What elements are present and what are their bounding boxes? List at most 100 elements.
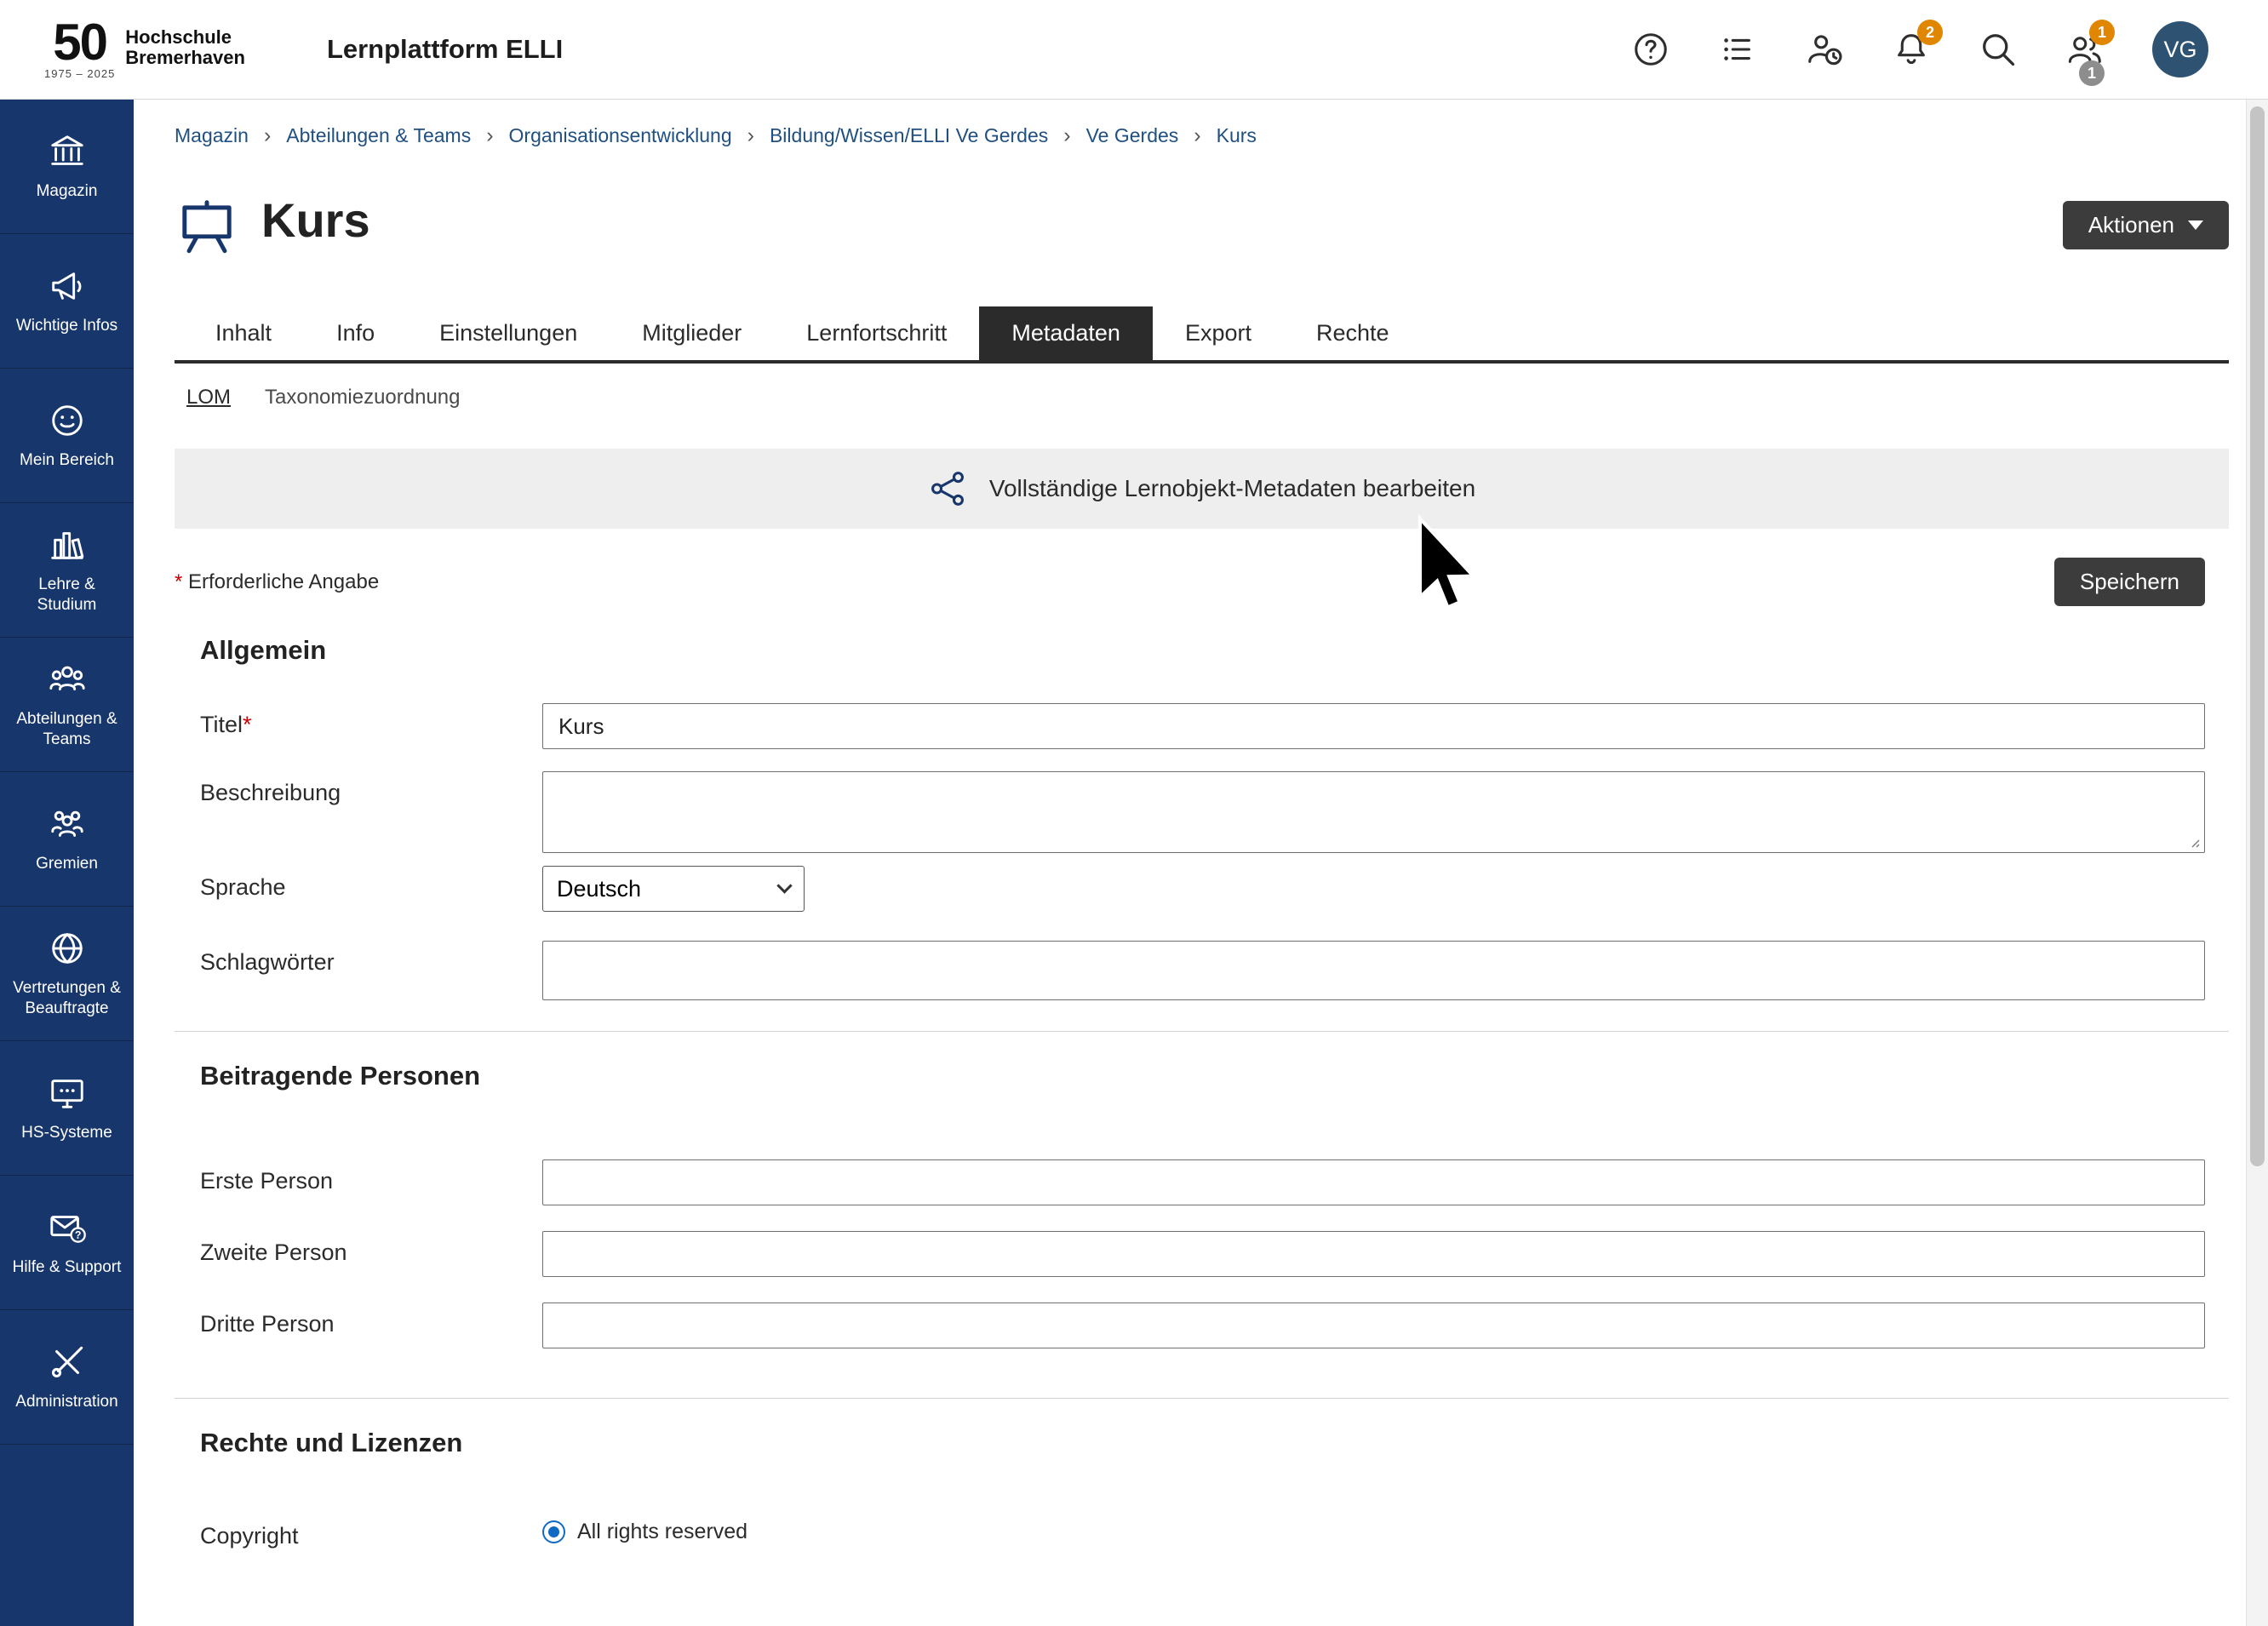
breadcrumb-item[interactable]: Ve Gerdes bbox=[1086, 124, 1179, 147]
banner-label: Vollständige Lernobjekt-Metadaten bearbe… bbox=[989, 475, 1475, 502]
sidebar-item-hs-systeme[interactable]: HS-Systeme bbox=[0, 1041, 134, 1176]
university-logo[interactable]: 50 1975 – 2025 Hochschule Bremerhaven bbox=[44, 19, 245, 80]
notifications-bell-icon[interactable]: 2 bbox=[1892, 30, 1931, 69]
share-nodes-icon bbox=[928, 469, 967, 508]
divider bbox=[175, 1031, 2229, 1032]
contacts-badge-bottom: 1 bbox=[2079, 60, 2105, 86]
tab-lernfortschritt[interactable]: Lernfortschritt bbox=[774, 306, 979, 360]
breadcrumb: Magazin › Abteilungen & Teams › Organisa… bbox=[175, 100, 2229, 162]
bank-icon bbox=[48, 132, 87, 171]
tab-metadaten[interactable]: Metadaten bbox=[979, 306, 1153, 360]
tab-info[interactable]: Info bbox=[304, 306, 407, 360]
logo-50: 50 bbox=[53, 19, 106, 66]
who-is-online-icon[interactable] bbox=[1805, 30, 1844, 69]
sidebar-item-lehre-studium[interactable]: Lehre & Studium bbox=[0, 503, 134, 638]
sidebar-item-administration[interactable]: Administration bbox=[0, 1310, 134, 1445]
tab-rechte[interactable]: Rechte bbox=[1284, 306, 1422, 360]
tab-export[interactable]: Export bbox=[1153, 306, 1284, 360]
monitor-icon bbox=[48, 1074, 87, 1113]
section-heading-allgemein: Allgemein bbox=[200, 635, 2205, 666]
tools-icon bbox=[48, 1343, 87, 1382]
breadcrumb-item[interactable]: Magazin bbox=[175, 124, 249, 147]
breadcrumb-item[interactable]: Abteilungen & Teams bbox=[286, 124, 471, 147]
schlagwoerter-input[interactable] bbox=[542, 941, 2205, 1000]
subtab-taxonomiezuordnung[interactable]: Taxonomiezuordnung bbox=[265, 386, 461, 409]
app-title: Lernplattform ELLI bbox=[327, 34, 563, 65]
sidebar-item-mein-bereich[interactable]: Mein Bereich bbox=[0, 369, 134, 503]
sidebar-item-gremien[interactable]: Gremien bbox=[0, 772, 134, 907]
tab-mitglieder[interactable]: Mitglieder bbox=[610, 306, 774, 360]
erste-person-label: Erste Person bbox=[200, 1159, 542, 1194]
group-icon bbox=[48, 804, 87, 844]
sidebar-item-label: Wichtige Infos bbox=[16, 316, 117, 336]
tab-einstellungen[interactable]: Einstellungen bbox=[407, 306, 610, 360]
books-icon bbox=[48, 525, 87, 564]
sidebar-item-label: Magazin bbox=[37, 181, 98, 202]
dritte-person-input[interactable] bbox=[542, 1303, 2205, 1348]
sidebar-item-label: HS-Systeme bbox=[21, 1123, 112, 1143]
titel-input[interactable] bbox=[542, 703, 2205, 749]
vertical-scrollbar[interactable] bbox=[2246, 100, 2268, 1626]
subtab-lom[interactable]: LOM bbox=[186, 386, 231, 409]
zweite-person-input[interactable] bbox=[542, 1231, 2205, 1277]
titel-label: Titel* bbox=[200, 703, 542, 738]
top-header: 50 1975 – 2025 Hochschule Bremerhaven Le… bbox=[0, 0, 2268, 100]
copyright-option-label: All rights reserved bbox=[577, 1520, 747, 1544]
breadcrumb-separator: › bbox=[264, 123, 271, 148]
erste-person-input[interactable] bbox=[542, 1159, 2205, 1205]
contacts-badge-top: 1 bbox=[2089, 20, 2115, 45]
smiley-icon bbox=[48, 401, 87, 440]
sidebar-item-magazin[interactable]: Magazin bbox=[0, 100, 134, 234]
copyright-label: Copyright bbox=[200, 1514, 542, 1549]
help-icon[interactable] bbox=[1631, 30, 1670, 69]
breadcrumb-item[interactable]: Bildung/Wissen/ELLI Ve Gerdes bbox=[770, 124, 1048, 147]
list-icon[interactable] bbox=[1718, 30, 1757, 69]
sidebar-item-vertretungen[interactable]: Vertretungen & Beauftragte bbox=[0, 907, 134, 1041]
sprache-label: Sprache bbox=[200, 866, 542, 901]
sidebar-item-label: Hilfe & Support bbox=[13, 1257, 122, 1278]
main-content: Magazin › Abteilungen & Teams › Organisa… bbox=[134, 100, 2268, 1626]
actions-button[interactable]: Aktionen bbox=[2063, 201, 2229, 249]
breadcrumb-separator: › bbox=[1063, 123, 1070, 148]
search-icon[interactable] bbox=[1979, 30, 2018, 69]
sidebar-item-abteilungen-teams[interactable]: Abteilungen & Teams bbox=[0, 638, 134, 772]
dritte-person-label: Dritte Person bbox=[200, 1303, 542, 1337]
breadcrumb-separator: › bbox=[1194, 123, 1200, 148]
globe-icon bbox=[48, 929, 87, 968]
sidebar-item-hilfe-support[interactable]: ? Hilfe & Support bbox=[0, 1176, 134, 1310]
save-button[interactable]: Speichern bbox=[2054, 558, 2205, 606]
schlagwoerter-label: Schlagwörter bbox=[200, 941, 542, 976]
copyright-radio[interactable] bbox=[542, 1520, 565, 1543]
beschreibung-label: Beschreibung bbox=[200, 771, 542, 806]
user-avatar[interactable]: VG bbox=[2152, 21, 2208, 77]
breadcrumb-separator: › bbox=[486, 123, 493, 148]
divider bbox=[175, 1398, 2229, 1399]
required-note: * Erforderliche Angabe bbox=[175, 570, 379, 594]
contacts-icon[interactable]: 1 1 bbox=[2065, 30, 2105, 69]
page-title: Kurs bbox=[261, 194, 370, 247]
sidebar-item-wichtige-infos[interactable]: Wichtige Infos bbox=[0, 234, 134, 369]
sidebar-item-label: Gremien bbox=[36, 854, 98, 874]
edit-full-metadata-banner[interactable]: Vollständige Lernobjekt-Metadaten bearbe… bbox=[175, 449, 2229, 529]
sidebar-item-label: Lehre & Studium bbox=[7, 575, 127, 615]
sprache-select[interactable]: Deutsch bbox=[542, 866, 805, 912]
main-sidebar: Magazin Wichtige Infos Mein Bereich Lehr… bbox=[0, 100, 134, 1626]
beschreibung-textarea[interactable] bbox=[542, 771, 2205, 853]
zweite-person-label: Zweite Person bbox=[200, 1231, 542, 1266]
logo-years: 1975 – 2025 bbox=[44, 67, 115, 80]
section-heading-rechte: Rechte und Lizenzen bbox=[200, 1428, 2205, 1458]
logo-name-line2: Bremerhaven bbox=[125, 48, 245, 68]
header-icon-bar: 2 1 1 VG bbox=[1631, 21, 2234, 77]
breadcrumb-item[interactable]: Kurs bbox=[1217, 124, 1257, 147]
tab-inhalt[interactable]: Inhalt bbox=[183, 306, 304, 360]
resize-handle-icon bbox=[2187, 835, 2201, 849]
tab-bar: Inhalt Info Einstellungen Mitglieder Ler… bbox=[175, 306, 2229, 364]
sidebar-item-label: Administration bbox=[15, 1392, 117, 1412]
scrollbar-thumb[interactable] bbox=[2250, 106, 2265, 1166]
mail-help-icon: ? bbox=[48, 1208, 87, 1247]
notifications-badge: 2 bbox=[1917, 20, 1943, 45]
sidebar-item-label: Mein Bereich bbox=[20, 450, 114, 471]
course-board-icon bbox=[175, 196, 239, 259]
section-heading-beitragende: Beitragende Personen bbox=[200, 1061, 2205, 1091]
breadcrumb-item[interactable]: Organisationsentwicklung bbox=[509, 124, 732, 147]
